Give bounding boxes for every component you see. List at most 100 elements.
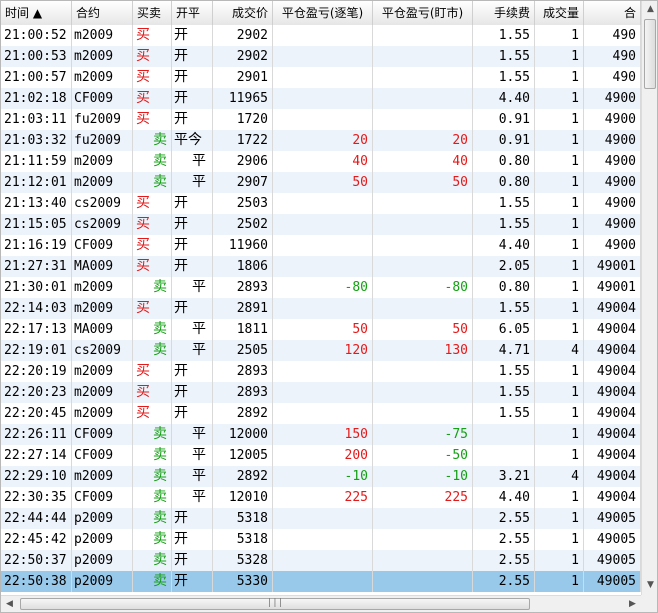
cell-open-close: 开	[172, 298, 213, 319]
cell-qty: 1	[535, 151, 584, 172]
horizontal-scrollbar[interactable]: ◀ ||| ▶	[1, 595, 641, 612]
cell-pnl-mtm	[373, 571, 473, 592]
cell-open-close: 开	[172, 235, 213, 256]
table-row[interactable]: 22:19:01 cs2009 卖平 2505 120 130 4.71 4 49004	[1, 340, 641, 361]
scroll-right-icon[interactable]: ▶	[624, 596, 641, 612]
cell-ref: 4900	[584, 130, 641, 151]
table-row[interactable]: 22:20:19 m2009 买开 2893 1.55 1 49004	[1, 361, 641, 382]
cell-open-close: 平	[172, 319, 213, 340]
table-row[interactable]: 22:50:37 p2009 卖开 5328 2.55 1 49005	[1, 550, 641, 571]
cell-qty: 1	[535, 88, 584, 109]
cell-ref: 49005	[584, 529, 641, 550]
cell-time: 21:16:19	[1, 235, 72, 256]
cell-qty: 1	[535, 571, 584, 592]
cell-pnl-mtm: -75	[373, 424, 473, 445]
cell-open-close: 开	[172, 109, 213, 130]
table-row[interactable]: 21:13:40 cs2009 买开 2503 1.55 1 4900	[1, 193, 641, 214]
table-row[interactable]: 22:14:03 m2009 买开 2891 1.55 1 49004	[1, 298, 641, 319]
header-col-contract[interactable]: 合约	[72, 1, 133, 25]
cell-time: 22:50:37	[1, 550, 72, 571]
table-row[interactable]: 21:15:05 cs2009 买开 2502 1.55 1 4900	[1, 214, 641, 235]
cell-contract: p2009	[72, 550, 133, 571]
table-row[interactable]: 21:30:01 m2009 卖平 2893 -80 -80 0.80 1 49001	[1, 277, 641, 298]
cell-side: 买	[133, 256, 172, 277]
cell-open-close: 开	[172, 193, 213, 214]
cell-price: 5328	[213, 550, 273, 571]
cell-contract: CF009	[72, 445, 133, 466]
header-col-fee[interactable]: 手续费	[473, 1, 535, 25]
cell-contract: m2009	[72, 298, 133, 319]
header-col-pnl-mtm[interactable]: 平仓盈亏(盯市)	[373, 1, 473, 25]
table-row[interactable]: 21:12:01 m2009 卖平 2907 50 50 0.80 1 4900	[1, 172, 641, 193]
cell-pnl-trade	[273, 361, 373, 382]
header-col-ref[interactable]: 合	[584, 1, 641, 25]
table-row[interactable]: 21:03:32 fu2009 卖平今 1722 20 20 0.91 1 4900	[1, 130, 641, 151]
cell-contract: m2009	[72, 382, 133, 403]
scroll-left-icon[interactable]: ◀	[1, 596, 18, 612]
header-col-qty[interactable]: 成交量	[535, 1, 584, 25]
scroll-down-icon[interactable]: ▼	[642, 577, 657, 594]
cell-price: 2893	[213, 361, 273, 382]
header-col-pnl-trade[interactable]: 平仓盈亏(逐笔)	[273, 1, 373, 25]
table-row[interactable]: 22:26:11 CF009 卖平 12000 150 -75 1 49004	[1, 424, 641, 445]
cell-time: 21:15:05	[1, 214, 72, 235]
cell-pnl-trade	[273, 403, 373, 424]
cell-time: 22:44:44	[1, 508, 72, 529]
cell-open-close: 开	[172, 88, 213, 109]
cell-ref: 4900	[584, 151, 641, 172]
table-row[interactable]: 22:29:10 m2009 卖平 2892 -10 -10 3.21 4 49004	[1, 466, 641, 487]
cell-ref: 49004	[584, 319, 641, 340]
cell-qty: 4	[535, 340, 584, 361]
table-row[interactable]: 22:17:13 MA009 卖平 1811 50 50 6.05 1 49004	[1, 319, 641, 340]
cell-time: 22:29:10	[1, 466, 72, 487]
horizontal-scroll-thumb[interactable]: |||	[20, 598, 530, 610]
cell-fee: 0.80	[473, 277, 535, 298]
table-row[interactable]: 22:20:45 m2009 买开 2892 1.55 1 49004	[1, 403, 641, 424]
table-row[interactable]: 22:44:44 p2009 卖开 5318 2.55 1 49005	[1, 508, 641, 529]
cell-ref: 4900	[584, 172, 641, 193]
vertical-scrollbar[interactable]: ▲ ▼	[641, 1, 657, 595]
table-row[interactable]: 22:20:23 m2009 买开 2893 1.55 1 49004	[1, 382, 641, 403]
cell-fee: 0.80	[473, 151, 535, 172]
table-row[interactable]: 21:00:52 m2009 买开 2902 1.55 1 490	[1, 25, 641, 46]
cell-ref: 49001	[584, 277, 641, 298]
cell-side: 卖	[133, 550, 172, 571]
cell-price: 2902	[213, 25, 273, 46]
table-row[interactable]: 21:00:57 m2009 买开 2901 1.55 1 490	[1, 67, 641, 88]
cell-fee	[473, 424, 535, 445]
cell-price: 12000	[213, 424, 273, 445]
cell-pnl-trade	[273, 67, 373, 88]
table-row[interactable]: 22:27:14 CF009 卖平 12005 200 -50 1 49004	[1, 445, 641, 466]
cell-fee: 1.55	[473, 403, 535, 424]
table-row[interactable]: 21:16:19 CF009 买开 11960 4.40 1 4900	[1, 235, 641, 256]
scroll-up-icon[interactable]: ▲	[642, 1, 657, 18]
cell-fee: 1.55	[473, 382, 535, 403]
cell-time: 22:27:14	[1, 445, 72, 466]
cell-fee: 0.80	[473, 172, 535, 193]
cell-open-close: 开	[172, 571, 213, 592]
table-row[interactable]: 22:50:38 p2009 卖开 5330 2.55 1 49005	[1, 571, 641, 592]
table-row[interactable]: 21:27:31 MA009 买开 1806 2.05 1 49001	[1, 256, 641, 277]
cell-time: 21:02:18	[1, 88, 72, 109]
table-row[interactable]: 21:02:18 CF009 买开 11965 4.40 1 4900	[1, 88, 641, 109]
cell-side: 卖	[133, 508, 172, 529]
vertical-scroll-thumb[interactable]	[644, 19, 656, 89]
cell-ref: 49004	[584, 445, 641, 466]
table-row[interactable]: 22:45:42 p2009 卖开 5318 2.55 1 49005	[1, 529, 641, 550]
table-row[interactable]: 21:03:11 fu2009 买开 1720 0.91 1 4900	[1, 109, 641, 130]
cell-contract: cs2009	[72, 340, 133, 361]
table-row[interactable]: 21:00:53 m2009 买开 2902 1.55 1 490	[1, 46, 641, 67]
header-col-open-close[interactable]: 开平	[172, 1, 213, 25]
cell-time: 21:00:57	[1, 67, 72, 88]
cell-qty: 1	[535, 235, 584, 256]
cell-ref: 49004	[584, 298, 641, 319]
cell-fee: 1.55	[473, 361, 535, 382]
header-col-side[interactable]: 买卖	[133, 1, 172, 25]
table-row[interactable]: 22:30:35 CF009 卖平 12010 225 225 4.40 1 49004	[1, 487, 641, 508]
cell-pnl-mtm: 225	[373, 487, 473, 508]
header-col-price[interactable]: 成交价	[213, 1, 273, 25]
table-row[interactable]: 21:11:59 m2009 卖平 2906 40 40 0.80 1 4900	[1, 151, 641, 172]
header-col-time[interactable]: 时间 ▲	[1, 1, 72, 25]
cell-contract: m2009	[72, 403, 133, 424]
cell-contract: CF009	[72, 424, 133, 445]
